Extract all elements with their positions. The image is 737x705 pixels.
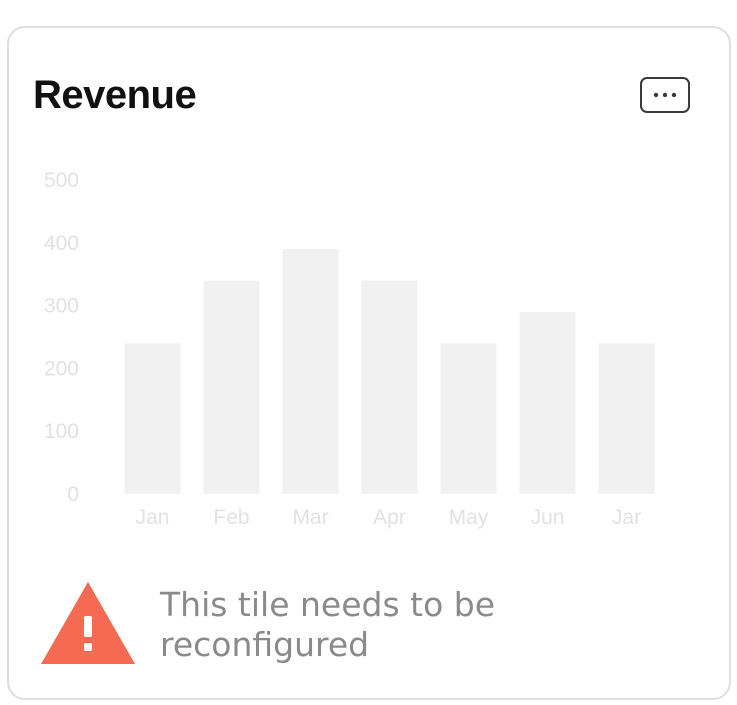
y-tick-label: 400	[44, 232, 79, 255]
bar-may	[440, 343, 497, 494]
reconfigure-warning: This tile needs to be reconfigured	[39, 578, 699, 678]
x-tick-label: Jan	[136, 506, 170, 529]
bar-jun	[519, 311, 576, 494]
more-horizontal-icon	[653, 92, 677, 98]
y-tick-label: 200	[44, 357, 79, 380]
bar-jan	[124, 343, 181, 494]
y-tick-label: 0	[67, 483, 79, 506]
warning-message: This tile needs to be reconfigured	[160, 585, 496, 664]
bar-apr	[361, 280, 418, 494]
x-tick-label: Mar	[292, 506, 328, 529]
bar-feb	[203, 280, 260, 494]
bar-mar	[282, 249, 339, 494]
bar-jar	[598, 343, 655, 494]
y-tick-label: 300	[44, 295, 79, 318]
y-tick-label: 100	[44, 420, 79, 443]
tile-menu-button[interactable]	[640, 77, 690, 113]
x-tick-label: May	[449, 506, 489, 529]
revenue-tile: Revenue 500 400 300 200 100 0 Jan Feb Mar Apr May J…	[7, 26, 731, 700]
tile-title: Revenue	[33, 73, 197, 117]
y-tick-label: 500	[44, 169, 79, 192]
warning-triangle-icon	[41, 582, 135, 664]
x-tick-label: Apr	[373, 506, 406, 529]
x-tick-label: Jun	[531, 506, 565, 529]
x-tick-label: Feb	[213, 506, 249, 529]
x-tick-label: Jar	[612, 506, 641, 529]
